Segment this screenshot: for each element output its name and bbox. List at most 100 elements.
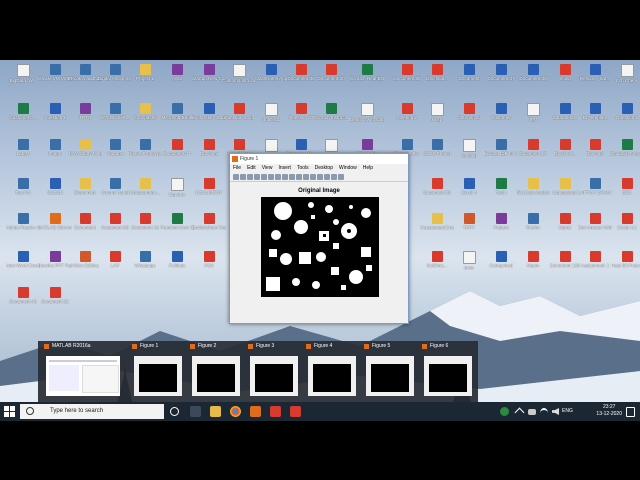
desktop-icon[interactable]: Doc final xyxy=(192,138,226,165)
desktop-icon[interactable]: Naam xyxy=(516,250,550,277)
desktop-icon[interactable]: DI Template xyxy=(578,102,612,129)
desktop-icon[interactable]: Fulldata xyxy=(160,250,194,277)
thumbnail-figure-2[interactable]: Figure 2 xyxy=(188,341,244,403)
desktop-icon[interactable]: New Word Document xyxy=(6,250,40,277)
wifi-icon[interactable] xyxy=(540,408,548,418)
open-icon[interactable] xyxy=(240,174,246,180)
menu-desktop[interactable]: Desktop xyxy=(315,164,333,173)
desktop-icon[interactable]: Question 37 xyxy=(284,102,318,129)
task-view-icon[interactable] xyxy=(190,406,201,417)
menu-insert[interactable]: Insert xyxy=(278,164,291,173)
desktop-icon[interactable]: SSCS Project xyxy=(420,138,454,165)
desktop-icon[interactable]: Document 150 xyxy=(548,250,582,277)
desktop-icon[interactable]: Untitled xyxy=(452,138,486,165)
thumbnail-figure-5[interactable]: Figure 5 xyxy=(362,341,418,403)
desktop-icon[interactable]: Microsoft Edge xyxy=(160,102,194,129)
desktop-icon[interactable]: DOCUMENT xyxy=(192,177,226,204)
print-icon[interactable] xyxy=(254,174,260,180)
thumbnail-matlab[interactable]: MATLAB R2016a xyxy=(42,341,124,403)
desktop-icon[interactable]: Copypasted xyxy=(548,177,582,204)
desktop-icon[interactable]: Question 1 xyxy=(38,102,72,129)
thumbnail-figure-4[interactable]: Figure 4 xyxy=(304,341,360,403)
desktop-icon[interactable]: SSCSD xyxy=(38,177,72,204)
chrome-icon[interactable] xyxy=(230,406,241,417)
desktop-icon[interactable]: Heat 08 Project xyxy=(610,250,640,277)
language-indicator[interactable]: ENG xyxy=(562,402,573,421)
matlab-taskbar-icon[interactable] xyxy=(250,406,261,417)
desktop-icon[interactable]: Customer xyxy=(484,102,518,129)
desktop-icon[interactable]: Teclu xyxy=(484,177,518,204)
pdf-viewer-icon[interactable] xyxy=(290,406,301,417)
desktop-icon[interactable]: Document 36 xyxy=(516,63,550,90)
desktop-icon[interactable]: Whatsapp xyxy=(128,250,162,277)
desktop-icon[interactable]: Untitled1 xyxy=(254,102,288,129)
desktop-icon[interactable]: Brokenchain Test xyxy=(192,212,226,239)
tray-app-icon[interactable] xyxy=(500,407,509,416)
desktop-icon[interactable]: Document 16 xyxy=(128,212,162,239)
desktop-icon[interactable]: Copypasted Drafting xyxy=(420,212,454,239)
chevron-up-icon[interactable] xyxy=(514,407,525,418)
brush-icon[interactable] xyxy=(303,174,309,180)
pan-icon[interactable] xyxy=(282,174,288,180)
desktop-icon[interactable]: AWS xyxy=(160,63,194,90)
desktop-icon[interactable]: Ruave Prototype xyxy=(128,138,162,165)
desktop-icon[interactable]: Ewmr nitty xyxy=(68,177,102,204)
desktop-icon[interactable]: Latest xyxy=(6,138,40,165)
taskbar-search-box[interactable]: Type here to search xyxy=(20,404,164,419)
desktop-icon[interactable]: Custom Instructions xyxy=(222,63,256,90)
desktop-icon[interactable]: Document 31 xyxy=(38,286,72,313)
battery-icon[interactable] xyxy=(528,409,536,415)
desktop-icon[interactable]: DBC xyxy=(610,177,640,204)
desktop-icon[interactable]: File Date Analysis xyxy=(516,177,550,204)
desktop-icon[interactable]: Oracle VM VirtualBox xyxy=(38,63,72,90)
desktop-icon[interactable]: Hosp xyxy=(420,102,454,129)
notifications-icon[interactable] xyxy=(626,407,635,417)
thumbnail-figure-1[interactable]: Figure 1 xyxy=(130,341,186,403)
desktop-icon[interactable]: Scratch Instructions xyxy=(314,102,348,129)
desktop-icon[interactable]: Image xyxy=(38,138,72,165)
zoom-out-icon[interactable] xyxy=(275,174,281,180)
desktop-icon[interactable]: Doc final... xyxy=(420,63,454,90)
menu-edit[interactable]: Edit xyxy=(247,164,256,173)
zoom-in-icon[interactable] xyxy=(268,174,274,180)
desktop-icon[interactable]: Question 1.pdf xyxy=(222,102,256,129)
desktop-icon[interactable]: Document 38 xyxy=(284,63,318,90)
link-icon[interactable] xyxy=(310,174,316,180)
desktop-icon[interactable]: Categorical xyxy=(452,102,486,129)
desktop-icon[interactable]: Resume_Sat... xyxy=(578,63,612,90)
desktop-icon[interactable]: Document 30 xyxy=(314,63,348,90)
show-tools-icon[interactable] xyxy=(338,174,344,180)
desktop-icon[interactable]: ClassNotes App xyxy=(254,63,288,90)
desktop-icon[interactable]: Doc final xyxy=(578,138,612,165)
edit-plot-icon[interactable] xyxy=(261,174,267,180)
menu-tools[interactable]: Tools xyxy=(297,164,309,173)
desktop-icon[interactable]: pass xyxy=(452,250,486,277)
desktop-icon[interactable]: Document 33 xyxy=(420,177,454,204)
figure-window[interactable]: Figure 1 File Edit View Insert Tools Des… xyxy=(229,153,409,324)
desktop-icon[interactable]: BigData_W... xyxy=(6,63,40,90)
desktop-icon[interactable]: Firefox xyxy=(516,212,550,239)
menu-view[interactable]: View xyxy=(262,164,273,173)
desktop-icon[interactable]: Dev Answer Writeup xyxy=(578,212,612,239)
desktop-icon[interactable]: Doc final... xyxy=(548,138,582,165)
desktop-icon[interactable]: Premium New Stuff xyxy=(160,212,194,239)
desktop-icon[interactable]: Copypastel xyxy=(128,102,162,129)
desktop-icon[interactable]: LAP xyxy=(98,250,132,277)
desktop-icon[interactable]: LAPTOP DRAWING xyxy=(578,177,612,204)
file-explorer-icon[interactable] xyxy=(210,406,221,417)
desktop-icon[interactable]: Document xyxy=(452,63,486,90)
desktop-icon[interactable]: Compartmen... xyxy=(128,177,162,204)
desktop-icon[interactable]: Document 08 xyxy=(98,212,132,239)
rotate-icon[interactable] xyxy=(289,174,295,180)
desktop-icon[interactable]: Scratch Real Estate xyxy=(350,63,384,90)
desktop-icon[interactable]: Excel 4 xyxy=(452,177,486,204)
data-cursor-icon[interactable] xyxy=(296,174,302,180)
menu-help[interactable]: Help xyxy=(363,164,373,173)
desktop-icon[interactable]: Document 44 xyxy=(160,138,194,165)
cortana-icon[interactable] xyxy=(170,407,179,416)
volume-icon[interactable] xyxy=(552,408,559,415)
desktop-icon[interactable]: Test xyxy=(516,102,550,129)
clock[interactable]: 23:27 13-12-2020 xyxy=(596,404,622,418)
save-icon[interactable] xyxy=(247,174,253,180)
desktop-icon[interactable]: MATLAB Shortcut xyxy=(38,212,72,239)
